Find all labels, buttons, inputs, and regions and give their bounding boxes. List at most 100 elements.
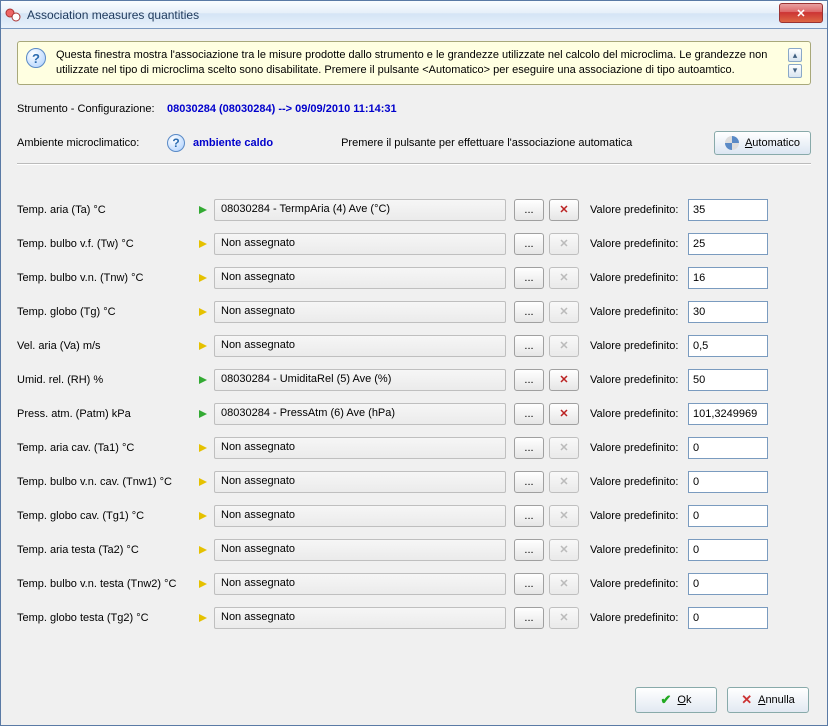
quantity-label: Vel. aria (Va) m/s [17, 340, 192, 352]
default-value-input[interactable] [688, 267, 768, 289]
assigned-measure-field: Non assegnato [214, 335, 506, 357]
browse-button[interactable]: ... [514, 301, 544, 323]
status-flag-icon [192, 512, 214, 520]
clear-icon: ✕ [559, 577, 568, 590]
browse-button[interactable]: ... [514, 369, 544, 391]
status-flag-icon [192, 206, 214, 214]
divider [17, 163, 811, 165]
default-value-input[interactable] [688, 403, 768, 425]
clear-icon: ✕ [559, 441, 568, 454]
default-value-label: Valore predefinito: [590, 408, 688, 420]
quantity-row: Temp. globo testa (Tg2) °CNon assegnato.… [17, 601, 811, 635]
assigned-measure-field: 08030284 - PressAtm (6) Ave (hPa) [214, 403, 506, 425]
quantity-label: Temp. bulbo v.n. cav. (Tnw1) °C [17, 476, 192, 488]
default-value-label: Valore predefinito: [590, 544, 688, 556]
default-value-label: Valore predefinito: [590, 340, 688, 352]
clear-button: ✕ [549, 505, 579, 527]
clear-button[interactable]: ✕ [549, 403, 579, 425]
browse-button[interactable]: ... [514, 199, 544, 221]
browse-button[interactable]: ... [514, 573, 544, 595]
instrument-row: Strumento - Configurazione: 08030284 (08… [17, 103, 811, 115]
close-button[interactable]: ✕ [779, 3, 823, 23]
browse-button[interactable]: ... [514, 267, 544, 289]
quantity-label: Temp. aria testa (Ta2) °C [17, 544, 192, 556]
default-value-label: Valore predefinito: [590, 612, 688, 624]
status-flag-icon [192, 240, 214, 248]
default-value-label: Valore predefinito: [590, 578, 688, 590]
default-value-input[interactable] [688, 573, 768, 595]
footer-buttons: ✔ Ok ✕ Annulla [635, 687, 809, 713]
assigned-measure-field: Non assegnato [214, 539, 506, 561]
default-value-label: Valore predefinito: [590, 476, 688, 488]
clear-icon: ✕ [559, 237, 568, 250]
default-value-input[interactable] [688, 539, 768, 561]
clear-button[interactable]: ✕ [549, 199, 579, 221]
default-value-label: Valore predefinito: [590, 204, 688, 216]
clear-button: ✕ [549, 539, 579, 561]
cancel-button[interactable]: ✕ Annulla [727, 687, 809, 713]
default-value-input[interactable] [688, 199, 768, 221]
quantity-row: Temp. bulbo v.n. cav. (Tnw1) °C Non asseg… [17, 465, 811, 499]
scroll-up-button[interactable]: ▴ [788, 48, 802, 62]
auto-button-label: Automatico [745, 137, 800, 149]
quantity-rows: Temp. aria (Ta) °C 08030284 - TermpAria (… [17, 193, 811, 635]
auto-icon [725, 136, 739, 150]
browse-button[interactable]: ... [514, 233, 544, 255]
quantity-label: Temp. bulbo v.n. testa (Tnw2) °C [17, 578, 192, 590]
clear-button: ✕ [549, 233, 579, 255]
browse-button[interactable]: ... [514, 505, 544, 527]
ok-button[interactable]: ✔ Ok [635, 687, 717, 713]
browse-button[interactable]: ... [514, 403, 544, 425]
browse-button[interactable]: ... [514, 335, 544, 357]
default-value-label: Valore predefinito: [590, 374, 688, 386]
status-flag-icon [192, 274, 214, 282]
clear-icon: ✕ [559, 611, 568, 624]
quantity-label: Temp. aria (Ta) °C [17, 204, 192, 216]
default-value-input[interactable] [688, 369, 768, 391]
quantity-row: Vel. aria (Va) m/sNon assegnato...✕Valor… [17, 329, 811, 363]
status-flag-icon [192, 308, 214, 316]
clear-icon: ✕ [559, 305, 568, 318]
quantity-label: Temp. globo testa (Tg2) °C [17, 612, 192, 624]
clear-button: ✕ [549, 471, 579, 493]
default-value-input[interactable] [688, 301, 768, 323]
info-box: ? Questa finestra mostra l'associazione … [17, 41, 811, 85]
browse-button[interactable]: ... [514, 471, 544, 493]
clear-icon: ✕ [559, 373, 568, 386]
ambient-value: ambiente caldo [193, 137, 273, 149]
status-flag-icon [192, 376, 214, 384]
default-value-input[interactable] [688, 505, 768, 527]
default-value-input[interactable] [688, 437, 768, 459]
assigned-measure-field: 08030284 - TermpAria (4) Ave (°C) [214, 199, 506, 221]
default-value-input[interactable] [688, 335, 768, 357]
assigned-measure-field: Non assegnato [214, 267, 506, 289]
browse-button[interactable]: ... [514, 437, 544, 459]
scroll-down-button[interactable]: ▾ [788, 64, 802, 78]
dialog-window: Association measures quantities ✕ ? Ques… [0, 0, 828, 726]
auto-button[interactable]: Automatico [714, 131, 811, 155]
app-icon [5, 7, 21, 23]
clear-button[interactable]: ✕ [549, 369, 579, 391]
assigned-measure-field: Non assegnato [214, 471, 506, 493]
default-value-input[interactable] [688, 233, 768, 255]
browse-button[interactable]: ... [514, 607, 544, 629]
clear-icon: ✕ [559, 203, 568, 216]
status-flag-icon [192, 444, 214, 452]
close-icon: ✕ [796, 7, 805, 20]
clear-button: ✕ [549, 267, 579, 289]
default-value-input[interactable] [688, 607, 768, 629]
status-flag-icon [192, 614, 214, 622]
clear-icon: ✕ [559, 543, 568, 556]
quantity-row: Temp. aria cav. (Ta1) °CNon assegnato...… [17, 431, 811, 465]
quantity-label: Temp. bulbo v.f. (Tw) °C [17, 238, 192, 250]
cancel-icon: ✕ [741, 692, 752, 708]
info-text: Questa finestra mostra l'associazione tr… [56, 48, 778, 78]
default-value-input[interactable] [688, 471, 768, 493]
browse-button[interactable]: ... [514, 539, 544, 561]
default-value-label: Valore predefinito: [590, 510, 688, 522]
ambient-help-icon[interactable]: ? [167, 134, 185, 152]
quantity-row: Temp. bulbo v.n. testa (Tnw2) °CNon asse… [17, 567, 811, 601]
clear-button: ✕ [549, 301, 579, 323]
assigned-measure-field: Non assegnato [214, 437, 506, 459]
ambient-row: Ambiente microclimatico: ? ambiente cald… [17, 131, 811, 155]
